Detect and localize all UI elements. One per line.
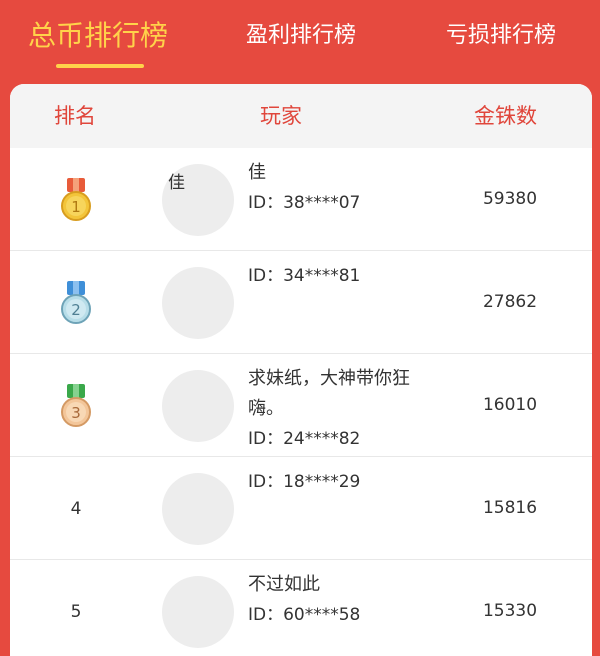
player-name: 不过如此 (248, 574, 320, 595)
leaderboard-page: 总币排行榜 盈利排行榜 亏损排行榜 排名 玩家 金铢数 1 佳 佳 ID：38*… (0, 0, 600, 656)
svg-text:2: 2 (71, 301, 81, 319)
svg-text:1: 1 (71, 198, 81, 216)
rank-cell: 3 (54, 354, 98, 457)
player-id: ID：38****07 (248, 193, 361, 213)
coin-count: 59380 (482, 189, 538, 209)
coin-count: 15330 (482, 601, 538, 621)
avatar-label: 佳 (168, 173, 185, 193)
player-id: ID：24****82 (248, 429, 361, 449)
coin-count: 16010 (482, 395, 538, 415)
player-id: ID：60****58 (248, 605, 361, 625)
header-rank: 排名 (54, 104, 96, 128)
player-info: 佳 ID：38****07 (248, 158, 448, 218)
player-info: 不过如此 ID：60****58 (248, 570, 448, 630)
gold-medal-icon: 1 (61, 177, 91, 221)
table-row[interactable]: 4 ID：18****29 15816 (10, 457, 592, 560)
header-player: 玩家 (260, 104, 302, 128)
table-row[interactable]: 3 求妹纸，大神带你狂嗨。 ID：24****82 16010 (10, 354, 592, 457)
table-row[interactable]: 5 不过如此 ID：60****58 15330 (10, 560, 592, 656)
rank-cell: 1 (54, 148, 98, 251)
player-id: ID：34****81 (248, 266, 361, 286)
rank-cell: 5 (54, 560, 98, 656)
player-info: ID：34****81 (248, 261, 448, 291)
avatar[interactable] (162, 473, 234, 545)
table-row[interactable]: 1 佳 佳 ID：38****07 59380 (10, 148, 592, 251)
coin-count: 15816 (482, 498, 538, 518)
header-coins: 金铢数 (474, 104, 537, 128)
tab-bar: 总币排行榜 盈利排行榜 亏损排行榜 (0, 0, 600, 84)
ranking-card: 排名 玩家 金铢数 1 佳 佳 ID：38****07 59380 2 ID：3… (10, 84, 592, 656)
silver-medal-icon: 2 (61, 280, 91, 324)
tab-profit[interactable]: 盈利排行榜 (246, 14, 356, 58)
player-id: ID：18****29 (248, 472, 361, 492)
table-row[interactable]: 2 ID：34****81 27862 (10, 251, 592, 354)
rank-number: 4 (70, 498, 82, 519)
rank-cell: 2 (54, 251, 98, 354)
player-name: 求妹纸，大神带你狂嗨。 (248, 368, 410, 419)
rank-cell: 4 (54, 457, 98, 560)
avatar[interactable] (162, 370, 234, 442)
coin-count: 27862 (482, 292, 538, 312)
player-info: 求妹纸，大神带你狂嗨。 ID：24****82 (248, 364, 438, 454)
svg-text:3: 3 (71, 404, 81, 422)
avatar[interactable] (162, 576, 234, 648)
rank-number: 5 (70, 601, 82, 622)
active-tab-indicator (56, 64, 144, 68)
player-name: 佳 (248, 162, 266, 183)
tab-total-coins[interactable]: 总币排行榜 (28, 14, 168, 58)
avatar[interactable] (162, 267, 234, 339)
player-info: ID：18****29 (248, 467, 448, 497)
tab-loss[interactable]: 亏损排行榜 (446, 14, 556, 58)
bronze-medal-icon: 3 (61, 383, 91, 427)
table-header: 排名 玩家 金铢数 (10, 84, 592, 148)
